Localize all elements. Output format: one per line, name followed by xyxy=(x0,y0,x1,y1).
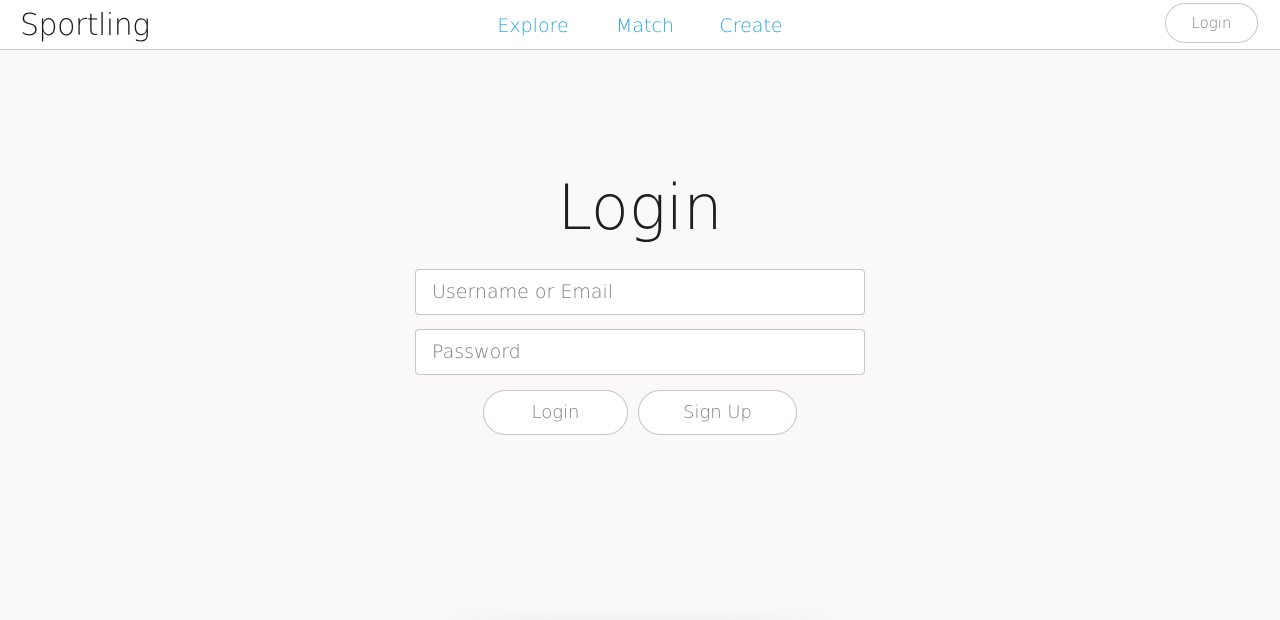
login-button[interactable]: Login xyxy=(483,390,628,435)
main-navigation: Explore Match Create xyxy=(0,12,1280,40)
header-login-button[interactable]: Login xyxy=(1165,3,1258,43)
nav-match-link[interactable]: Match xyxy=(616,12,674,40)
app: Sportling Explore Match Create Login Log… xyxy=(0,0,1280,620)
page-title: Login xyxy=(557,171,723,244)
sign-up-button[interactable]: Sign Up xyxy=(638,390,797,435)
top-navigation-bar: Sportling Explore Match Create Login xyxy=(0,0,1280,50)
username-email-field[interactable] xyxy=(415,269,865,315)
nav-create-link[interactable]: Create xyxy=(719,12,782,40)
password-field[interactable] xyxy=(415,329,865,375)
nav-explore-link[interactable]: Explore xyxy=(497,12,568,40)
login-page: Login Login Sign Up xyxy=(0,50,1280,620)
